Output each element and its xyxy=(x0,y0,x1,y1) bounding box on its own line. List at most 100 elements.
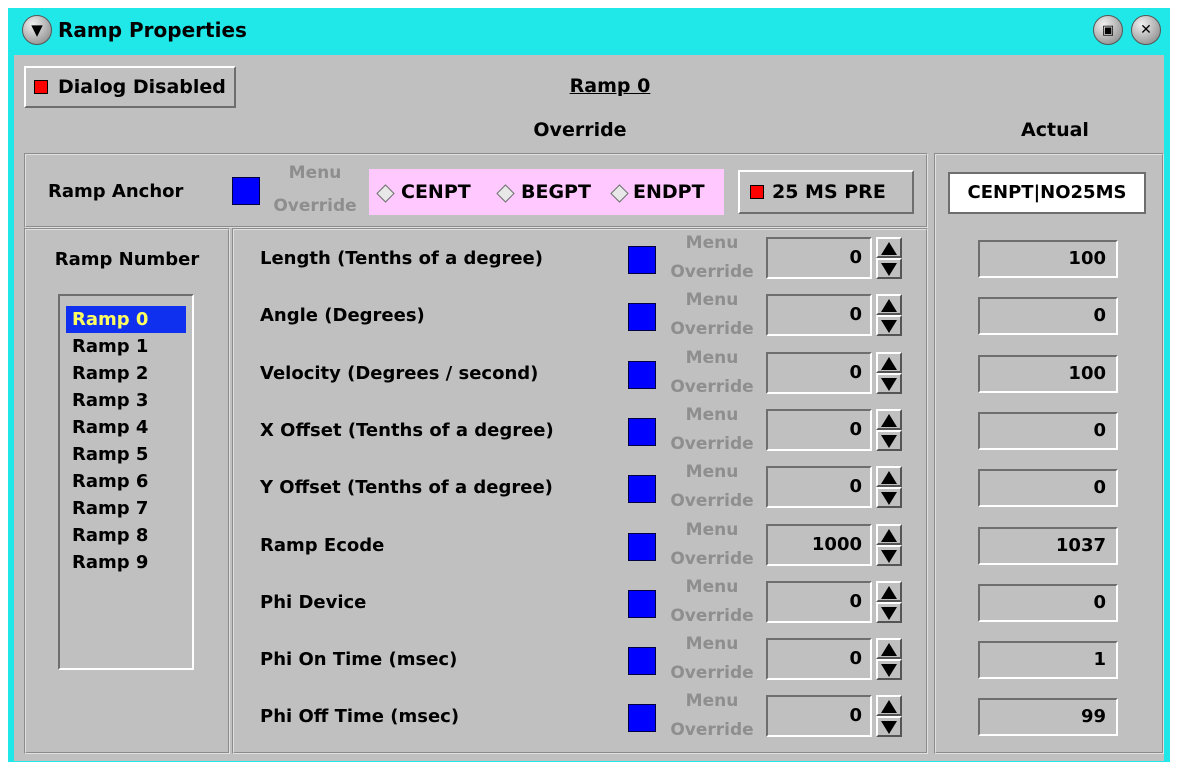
ramp-list-item-0[interactable]: Ramp 0 xyxy=(66,306,186,333)
window-title: Ramp Properties xyxy=(58,18,247,42)
ramp-list-item-1[interactable]: Ramp 1 xyxy=(66,333,186,360)
param-value-field[interactable]: 0 xyxy=(766,581,872,623)
param-value-field[interactable]: 0 xyxy=(766,409,872,451)
param-value-field[interactable]: 0 xyxy=(766,237,872,279)
spin-up-icon[interactable] xyxy=(876,409,902,430)
param-spinner xyxy=(876,695,902,737)
spin-up-icon[interactable] xyxy=(876,524,902,545)
pre-25ms-led xyxy=(750,185,764,199)
radio-cenpt-label: CENPT xyxy=(401,181,471,203)
ramp-list-item-4[interactable]: Ramp 4 xyxy=(66,414,186,441)
spin-up-icon[interactable] xyxy=(876,638,902,659)
param-spinner xyxy=(876,581,902,623)
param-override-box[interactable] xyxy=(628,246,656,274)
spin-down-icon[interactable] xyxy=(876,430,902,451)
ramp-number-heading: Ramp Number xyxy=(54,249,200,270)
param-label: Ramp Ecode xyxy=(260,535,385,556)
spin-down-icon[interactable] xyxy=(876,373,902,394)
spin-down-icon[interactable] xyxy=(876,545,902,566)
pre-25ms-label: 25 MS PRE xyxy=(772,181,886,203)
maximize-icon[interactable]: ▣ xyxy=(1093,15,1123,45)
param-actual-value: 99 xyxy=(978,698,1118,736)
spin-down-icon[interactable] xyxy=(876,602,902,623)
param-actual-value: 100 xyxy=(978,240,1118,278)
param-spinner xyxy=(876,524,902,566)
spin-down-icon[interactable] xyxy=(876,315,902,336)
param-menu-label: Menu xyxy=(685,233,739,253)
param-override-label: Override xyxy=(670,720,754,740)
param-actual-value: 1 xyxy=(978,641,1118,679)
param-spinner xyxy=(876,294,902,336)
param-override-box[interactable] xyxy=(628,303,656,331)
param-value-field[interactable]: 0 xyxy=(766,466,872,508)
param-override-box[interactable] xyxy=(628,475,656,503)
dialog-disabled-led xyxy=(34,80,48,94)
spin-up-icon[interactable] xyxy=(876,466,902,487)
param-label: Y Offset (Tenths of a degree) xyxy=(260,477,553,498)
param-override-box[interactable] xyxy=(628,418,656,446)
dialog-disabled-button[interactable]: Dialog Disabled xyxy=(24,66,236,108)
param-actual-value: 0 xyxy=(978,412,1118,450)
param-override-box[interactable] xyxy=(628,590,656,618)
param-value-field[interactable]: 0 xyxy=(766,638,872,680)
ramp-list-items: Ramp 0 Ramp 1 Ramp 2 Ramp 3 Ramp 4 Ramp … xyxy=(66,306,186,576)
ramp-list-item-8[interactable]: Ramp 8 xyxy=(66,522,186,549)
param-override-label: Override xyxy=(670,663,754,683)
param-override-box[interactable] xyxy=(628,533,656,561)
ramp-list-item-6[interactable]: Ramp 6 xyxy=(66,468,186,495)
param-menu-label: Menu xyxy=(685,520,739,540)
spin-down-icon[interactable] xyxy=(876,716,902,737)
param-override-label: Override xyxy=(670,434,754,454)
ramp-anchor-label: Ramp Anchor xyxy=(48,181,184,202)
ramp-list-item-9[interactable]: Ramp 9 xyxy=(66,549,186,576)
actual-heading: Actual xyxy=(1021,119,1089,141)
radio-begpt[interactable] xyxy=(496,184,515,204)
spin-up-icon[interactable] xyxy=(876,294,902,315)
param-value-field[interactable]: 0 xyxy=(766,352,872,394)
close-icon[interactable]: ✕ xyxy=(1131,15,1161,45)
spin-up-icon[interactable] xyxy=(876,581,902,602)
radio-endpt[interactable] xyxy=(610,184,629,204)
param-menu-label: Menu xyxy=(685,348,739,368)
ramp-listbox[interactable]: Ramp 0 Ramp 1 Ramp 2 Ramp 3 Ramp 4 Ramp … xyxy=(58,294,194,670)
pre-25ms-button[interactable]: 25 MS PRE xyxy=(738,170,914,214)
window-menu-icon[interactable]: ▼ xyxy=(22,15,52,45)
param-spinner xyxy=(876,237,902,279)
spin-up-icon[interactable] xyxy=(876,695,902,716)
spin-down-icon[interactable] xyxy=(876,659,902,680)
ramp-list-item-5[interactable]: Ramp 5 xyxy=(66,441,186,468)
param-override-label: Override xyxy=(670,606,754,626)
param-spinner xyxy=(876,352,902,394)
param-actual-value: 100 xyxy=(978,355,1118,393)
ramp-list-item-7[interactable]: Ramp 7 xyxy=(66,495,186,522)
param-value-field[interactable]: 0 xyxy=(766,695,872,737)
param-override-box[interactable] xyxy=(628,361,656,389)
param-override-label: Override xyxy=(670,319,754,339)
param-override-label: Override xyxy=(670,549,754,569)
param-override-box[interactable] xyxy=(628,704,656,732)
anchor-radio-group: CENPT BEGPT ENDPT xyxy=(369,169,724,215)
param-override-box[interactable] xyxy=(628,647,656,675)
radio-cenpt[interactable] xyxy=(376,184,395,204)
param-label: Phi Off Time (msec) xyxy=(260,706,460,727)
param-actual-value: 0 xyxy=(978,469,1118,507)
param-label: Velocity (Degrees / second) xyxy=(260,363,539,384)
anchor-override-box[interactable] xyxy=(232,177,260,205)
ramp-list-item-3[interactable]: Ramp 3 xyxy=(66,387,186,414)
param-actual-value: 1037 xyxy=(978,527,1118,565)
spin-up-icon[interactable] xyxy=(876,352,902,373)
ramp-list-item-2[interactable]: Ramp 2 xyxy=(66,360,186,387)
param-actual-value: 0 xyxy=(978,297,1118,335)
spin-down-icon[interactable] xyxy=(876,487,902,508)
spin-down-icon[interactable] xyxy=(876,258,902,279)
anchor-menu-label: Menu xyxy=(288,163,342,183)
spin-up-icon[interactable] xyxy=(876,237,902,258)
param-label: Phi On Time (msec) xyxy=(260,649,458,670)
param-menu-label: Menu xyxy=(685,405,739,425)
param-value-field[interactable]: 1000 xyxy=(766,524,872,566)
current-ramp-title: Ramp 0 xyxy=(569,75,651,97)
param-value-field[interactable]: 0 xyxy=(766,294,872,336)
param-override-label: Override xyxy=(670,377,754,397)
param-spinner xyxy=(876,409,902,451)
param-menu-label: Menu xyxy=(685,691,739,711)
